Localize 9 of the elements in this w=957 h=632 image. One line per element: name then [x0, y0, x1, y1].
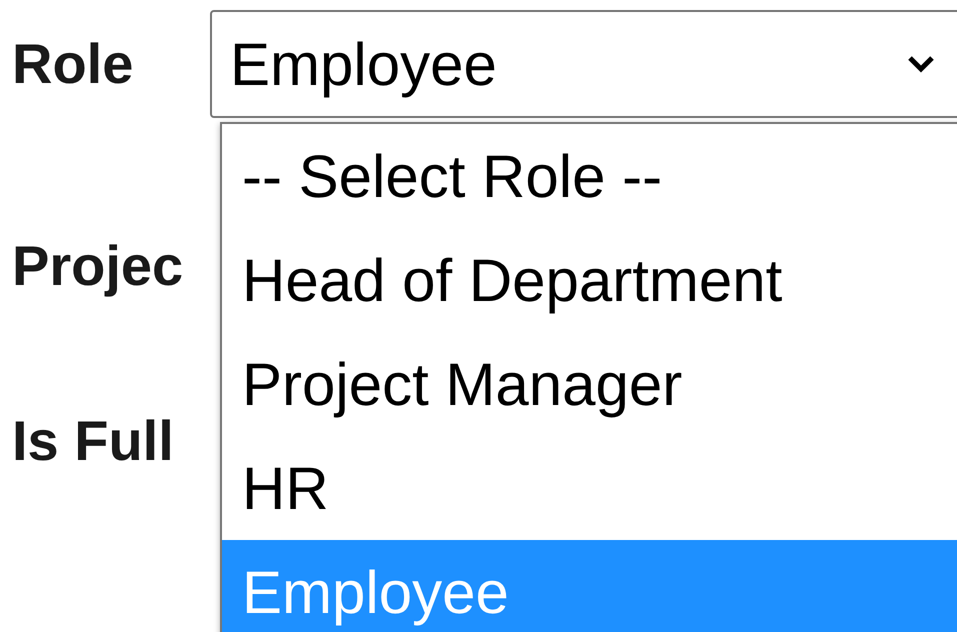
chevron-down-icon	[907, 55, 935, 73]
role-select[interactable]: Employee	[210, 10, 957, 118]
dropdown-option[interactable]: Project Manager	[222, 332, 957, 436]
dropdown-option[interactable]: HR	[222, 436, 957, 540]
field-label: Projec	[12, 233, 184, 298]
dropdown-option[interactable]: -- Select Role --	[222, 124, 957, 228]
dropdown-option[interactable]: Head of Department	[222, 228, 957, 332]
field-label: Role	[11, 31, 134, 97]
field-label: Is Full	[12, 408, 174, 473]
